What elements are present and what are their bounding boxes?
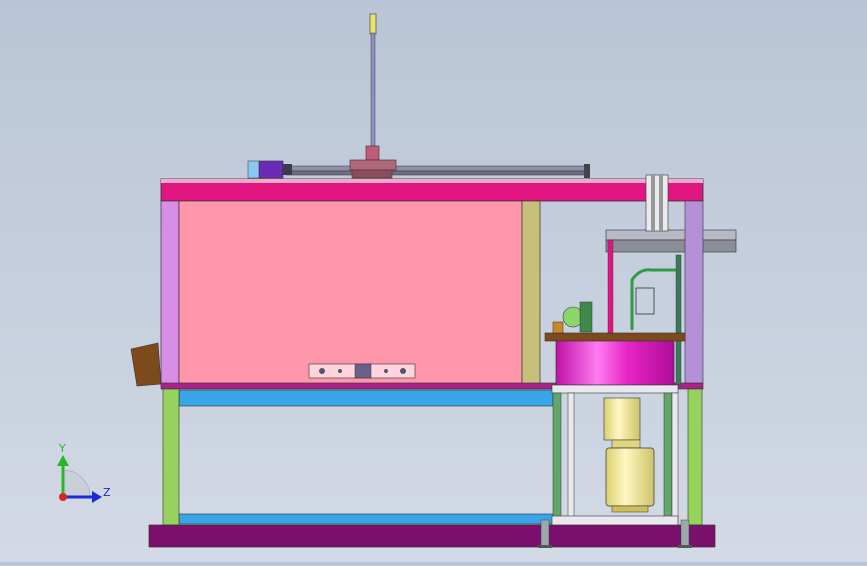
vertical-rod [365, 13, 380, 161]
side-bracket [130, 342, 162, 387]
linear-rail [285, 159, 590, 179]
base-frame [148, 524, 716, 548]
mixer-head [552, 301, 593, 335]
y-axis-label: Y [58, 442, 66, 455]
left-leg [162, 388, 180, 526]
coordinate-triad: Y Z [57, 442, 111, 503]
right-post [521, 200, 541, 386]
z-axis-label: Z [103, 486, 111, 499]
upper-blue-rail [178, 389, 554, 407]
left-column [160, 200, 180, 386]
control-plate [308, 363, 416, 379]
right-leg [687, 388, 703, 526]
machine-assembly-drawing: Y Z [57, 13, 737, 548]
main-panel [178, 200, 523, 386]
lower-blue-rail [178, 513, 554, 525]
mixing-tank [544, 332, 686, 386]
x-axis-origin [59, 493, 67, 501]
gear-motor [603, 397, 655, 513]
servo-motor [247, 160, 292, 179]
cad-viewport[interactable]: Y Z [0, 0, 867, 562]
